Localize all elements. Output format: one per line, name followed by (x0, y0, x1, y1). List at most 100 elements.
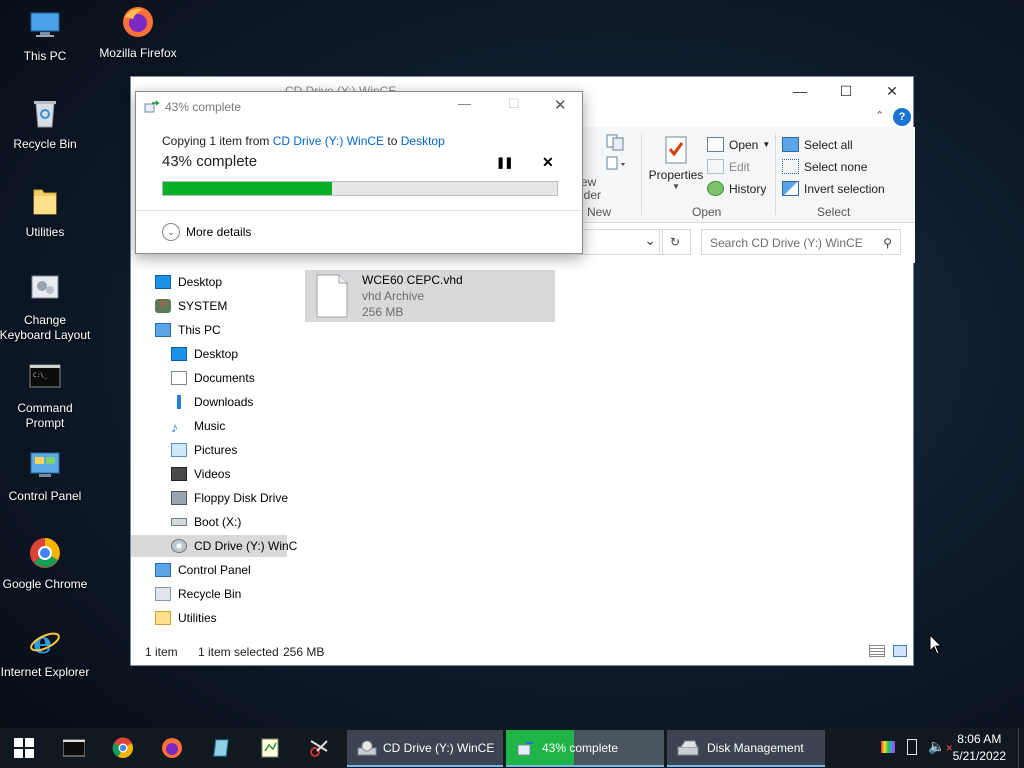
taskbar-chrome[interactable] (101, 728, 145, 768)
taskbar-task-copy-progress[interactable]: 43% complete (506, 730, 664, 767)
chevron-down-icon[interactable]: ⌄ (644, 232, 656, 249)
nav-item-recycle-bin[interactable]: Recycle Bin (131, 583, 287, 605)
tray-usb-icon[interactable] (907, 739, 917, 755)
edit-icon (707, 159, 724, 174)
destination-link[interactable]: Desktop (401, 134, 445, 148)
invert-selection-button[interactable]: Invert selection (782, 181, 885, 196)
new-folder-label-fragment[interactable]: ew (581, 175, 596, 189)
select-all-button[interactable]: Select all (782, 137, 853, 152)
copy-progress-icon (517, 741, 533, 755)
desktop-icon-utilities[interactable]: Utilities (0, 184, 93, 240)
select-none-button[interactable]: Select none (782, 159, 867, 174)
nav-item-floppy-disk-drive[interactable]: Floppy Disk Drive (131, 487, 288, 509)
desktop-icon-recycle-bin[interactable]: Recycle Bin (0, 96, 93, 152)
invert-selection-label: Invert selection (804, 181, 885, 196)
history-button[interactable]: History (707, 181, 766, 196)
taskbar-app-4[interactable] (199, 728, 243, 768)
desktop-icon-control-panel[interactable]: Control Panel (0, 448, 93, 504)
start-button[interactable] (0, 728, 48, 768)
large-icons-view-icon[interactable] (893, 645, 907, 657)
select-all-label: Select all (804, 137, 853, 152)
new-folder-label-fragment2[interactable]: lder (581, 188, 601, 202)
file-item[interactable]: WCE60 CEPC.vhd vhd Archive 256 MB (305, 270, 555, 322)
nav-item-boot-x[interactable]: Boot (X:) (131, 511, 287, 533)
nav-item-music[interactable]: ♪ Music (131, 415, 287, 437)
nav-item-label: Utilities (178, 611, 217, 625)
tray-color-icon[interactable] (881, 741, 895, 753)
desktop-icon-this-pc[interactable]: This PC (0, 8, 93, 64)
properties-button[interactable]: Properties ▼ (645, 135, 707, 199)
nav-item-downloads[interactable]: Downloads (131, 391, 287, 413)
select-none-label: Select none (804, 159, 868, 174)
desktop-icon-google-chrome[interactable]: Google Chrome (0, 536, 93, 592)
nav-item-cd-drive-y-winc[interactable]: CD Drive (Y:) WinC (131, 535, 297, 557)
tray-clock[interactable]: 8:06 AM 5/21/2022 (953, 731, 1006, 765)
properties-label: Properties (648, 168, 704, 182)
snipping-tool-icon (310, 740, 328, 757)
details-view-icon[interactable] (869, 645, 885, 657)
nav-item-documents[interactable]: Documents (131, 367, 287, 389)
desktop-icon-internet-explorer[interactable]: e Internet Explorer (0, 624, 93, 680)
source-link[interactable]: CD Drive (Y:) WinCE (273, 134, 384, 148)
pause-button[interactable]: ❚❚ (496, 156, 513, 169)
nav-item-utilities[interactable]: Utilities (131, 607, 287, 629)
nav-item-label: Boot (X:) (194, 515, 242, 529)
nav-item-label: Control Panel (178, 563, 251, 577)
nav-item-pictures[interactable]: Pictures (131, 439, 287, 461)
nav-item-desktop[interactable]: Desktop (131, 343, 287, 365)
cd-drive-icon (357, 740, 377, 755)
volume-muted-icon[interactable]: 🔈​✕ (928, 738, 953, 755)
open-button[interactable]: Open ▼ (707, 137, 770, 152)
show-desktop-button[interactable] (1018, 728, 1024, 768)
nav-item-this-pc[interactable]: This PC (131, 319, 287, 341)
refresh-button[interactable]: ↻ (659, 229, 691, 255)
dialog-minimize-button[interactable]: — (458, 96, 471, 111)
easy-access-icon[interactable] (605, 155, 629, 173)
minimize-button[interactable]: — (777, 77, 823, 105)
svg-text:e: e (33, 626, 52, 658)
desktop-icon-command-prompt[interactable]: C:\_ Command Prompt (0, 360, 93, 431)
ribbon-collapse-icon[interactable]: ⌃ (875, 109, 884, 122)
new-item-icon[interactable] (605, 133, 625, 151)
svg-text:C:\_: C:\_ (33, 372, 48, 379)
nav-item-videos[interactable]: Videos (131, 463, 287, 485)
more-details-button[interactable]: ⌄ More details (162, 223, 251, 241)
folder-icon (33, 189, 57, 215)
close-button[interactable]: ✕ (869, 77, 915, 105)
open-label: Open (729, 137, 759, 152)
nav-item-label: Documents (194, 371, 255, 385)
edit-button[interactable]: Edit (707, 159, 750, 174)
dialog-maximize-button[interactable]: ☐ (508, 96, 520, 112)
ribbon: ew lder New Properties ▼ Open ▼ Edit His… (571, 127, 915, 223)
pictures-icon (171, 443, 187, 457)
nav-item-control-panel[interactable]: Control Panel (131, 559, 287, 581)
desktop-icon-label: Control Panel (8, 489, 82, 503)
internet-explorer-icon: e (30, 626, 60, 661)
dialog-close-button[interactable]: ✕ (554, 96, 567, 114)
group-label-new: New (587, 205, 612, 219)
taskbar-app-6[interactable] (297, 728, 341, 768)
taskbar-task-disk-management[interactable]: Disk Management (667, 730, 825, 767)
maximize-button[interactable]: ☐ (823, 77, 869, 105)
cancel-copy-button[interactable]: ✕ (542, 154, 554, 171)
taskbar-command-prompt[interactable] (52, 728, 96, 768)
select-all-icon (782, 137, 799, 152)
taskbar-app-5[interactable] (248, 728, 292, 768)
nav-item-label: Desktop (194, 347, 239, 361)
drive-icon (171, 518, 187, 526)
desktop-icon-firefox[interactable]: Mozilla Firefox (90, 5, 186, 61)
this-pc-icon (30, 12, 60, 37)
taskbar-firefox[interactable] (150, 728, 194, 768)
desktop-icon-change-keyboard-layout[interactable]: Change Keyboard Layout (0, 272, 93, 343)
taskbar-task-explorer[interactable]: CD Drive (Y:) WinCE (347, 730, 503, 767)
copy-progress-bar (162, 181, 558, 196)
nav-item-desktop[interactable]: Desktop (131, 271, 287, 293)
notepad-icon (261, 738, 279, 758)
help-icon[interactable]: ? (893, 108, 911, 126)
address-bar[interactable]: ⌄ (577, 229, 663, 255)
nav-item-system[interactable]: SYSTEM (131, 295, 287, 317)
search-input[interactable]: Search CD Drive (Y:) WinCE ⚲ (701, 229, 901, 255)
taskbar: CD Drive (Y:) WinCE 43% complete Disk Ma… (0, 728, 1024, 768)
copy-progress-dialog[interactable]: 43% complete — ☐ ✕ Copying 1 item from C… (135, 91, 583, 254)
desktop-icon-label: Utilities (25, 225, 65, 239)
